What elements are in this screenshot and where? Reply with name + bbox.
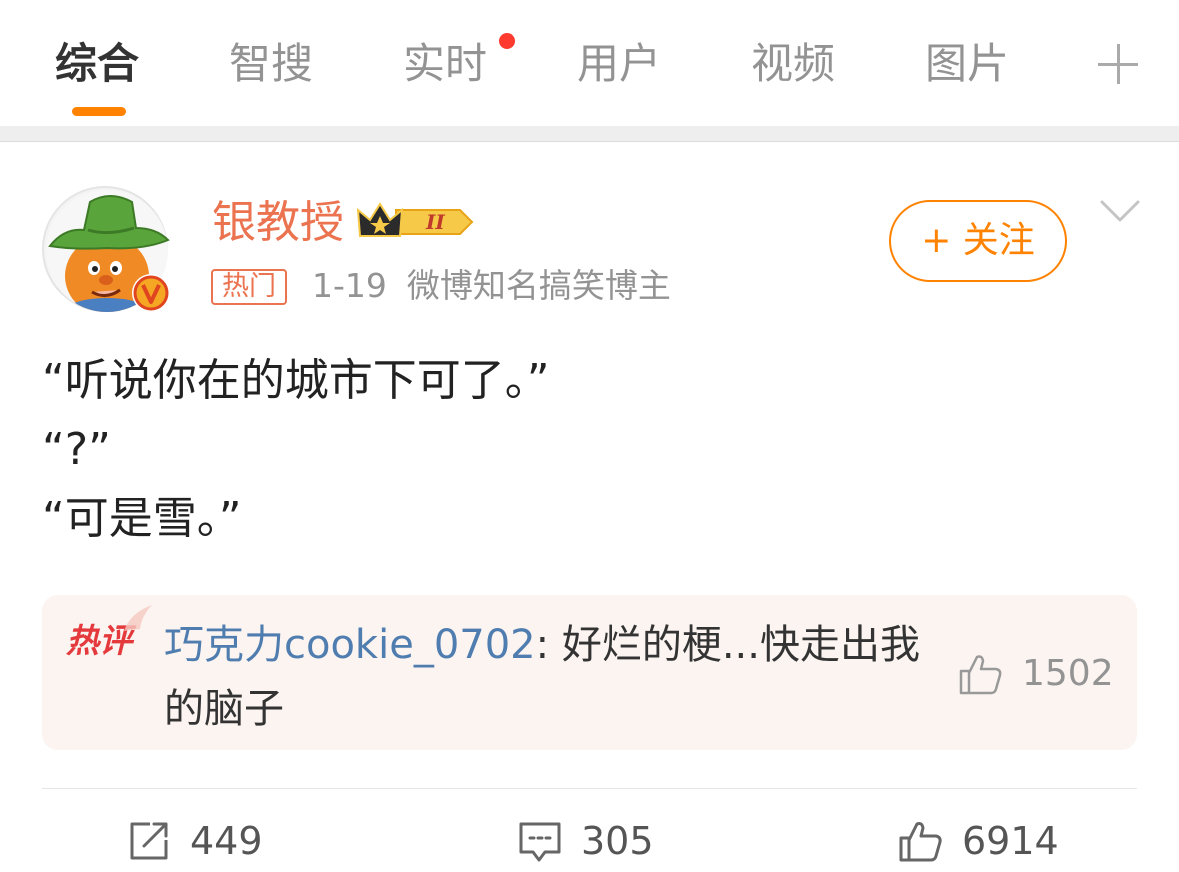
active-tab-indicator: [72, 107, 126, 116]
post-line: “?”: [42, 424, 111, 475]
tab-bar: 综合 智搜 实时 用户 视频 图片: [0, 0, 1179, 126]
post-date: 1-19: [312, 266, 387, 305]
comment-icon: [519, 822, 561, 862]
section-separator: [0, 126, 1179, 142]
hot-comment-author[interactable]: 巧克力cookie_0702: [164, 622, 536, 668]
tab-users[interactable]: 用户: [577, 36, 661, 92]
crown-icon[interactable]: II: [356, 200, 474, 244]
tab-videos[interactable]: 视频: [751, 36, 835, 92]
chevron-down-icon[interactable]: [1100, 198, 1140, 224]
plus-icon[interactable]: [1098, 44, 1138, 84]
post-line: “可是雪。”: [42, 493, 242, 544]
post-meta: 1-19 微博知名搞笑博主: [312, 264, 671, 308]
post-user-description: 微博知名搞笑博主: [406, 266, 671, 305]
hot-comment-swoosh-icon: [124, 605, 152, 631]
tab-smart-search[interactable]: 智搜: [229, 36, 313, 92]
notification-dot: [499, 33, 515, 49]
tab-realtime[interactable]: 实时: [403, 36, 487, 92]
post-content: “听说你在的城市下可了。” “?” “可是雪。”: [42, 346, 1142, 553]
hot-comment-text: 巧克力cookie_0702: 好烂的梗...快走出我的脑子: [164, 613, 924, 741]
hot-comment[interactable]: 热评 巧克力cookie_0702: 好烂的梗...快走出我的脑子 1502: [42, 595, 1137, 750]
member-level-text: II: [425, 210, 445, 234]
repost-icon: [130, 822, 168, 860]
comment-count: 305: [581, 819, 654, 863]
thumbs-up-icon: [959, 655, 1002, 695]
hot-comment-like-count: 1502: [1022, 653, 1114, 694]
action-divider: [42, 788, 1137, 789]
thumbs-up-icon: [899, 822, 942, 862]
hot-tag: 热门: [211, 269, 287, 305]
like-count: 6914: [962, 819, 1059, 863]
follow-button[interactable]: + 关注: [889, 200, 1067, 282]
post-username[interactable]: 银教授: [212, 194, 344, 252]
verified-v-icon: [132, 274, 170, 312]
tab-comprehensive[interactable]: 综合: [55, 36, 139, 92]
post-line: “听说你在的城市下可了。”: [42, 355, 550, 406]
tab-images[interactable]: 图片: [925, 36, 1009, 92]
repost-count: 449: [190, 819, 263, 863]
